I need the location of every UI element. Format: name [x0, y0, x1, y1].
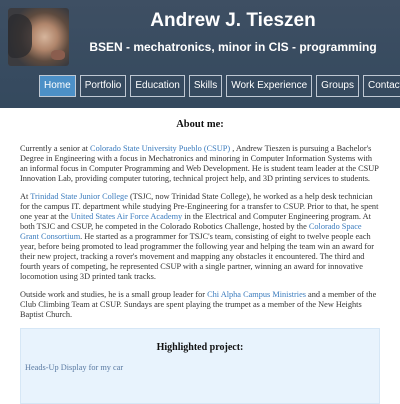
nav-item-contact[interactable]: Contact — [362, 75, 400, 97]
link-chi-alpha[interactable]: Chi Alpha Campus Ministries — [207, 290, 306, 299]
nav-item-home[interactable]: Home — [39, 75, 76, 97]
nav-item-portfolio[interactable]: Portfolio — [79, 75, 127, 97]
text: At — [20, 192, 31, 201]
main-nav: Home Portfolio Education Skills Work Exp… — [39, 75, 400, 97]
site-title: Andrew J. Tieszen — [150, 10, 316, 31]
nav-item-education[interactable]: Education — [130, 75, 185, 97]
nav-item-skills[interactable]: Skills — [188, 75, 223, 97]
text: Currently a senior at — [20, 144, 91, 153]
main-content: About me: Currently a senior at Colorado… — [0, 108, 400, 404]
link-usafa[interactable]: United States Air Force Academy — [71, 212, 183, 221]
site-header: Andrew J. Tieszen BSEN - mechatronics, m… — [0, 0, 400, 108]
link-csup[interactable]: Colorado State University Pueblo (CSUP) — [90, 144, 230, 153]
highlighted-project-link[interactable]: Heads-Up Display for my car — [25, 363, 375, 373]
about-paragraph-2: At Trinidad State Junior College (TSJC, … — [20, 192, 380, 282]
about-paragraph-3: Outside work and studies, he is a small … — [20, 290, 380, 320]
about-heading: About me: — [176, 119, 224, 130]
link-tsjc[interactable]: Trinidad State Junior College — [30, 192, 128, 201]
text: Outside work and studies, he is a small … — [20, 290, 208, 299]
about-paragraph-1: Currently a senior at Colorado State Uni… — [20, 144, 380, 184]
nav-item-groups[interactable]: Groups — [316, 75, 359, 97]
site-tagline: BSEN - mechatronics, minor in CIS - prog… — [89, 40, 377, 54]
highlighted-project-panel: Highlighted project: Heads-Up Display fo… — [20, 328, 380, 404]
nav-item-work-experience[interactable]: Work Experience — [226, 75, 313, 97]
highlighted-project-heading: Highlighted project: — [156, 342, 244, 353]
